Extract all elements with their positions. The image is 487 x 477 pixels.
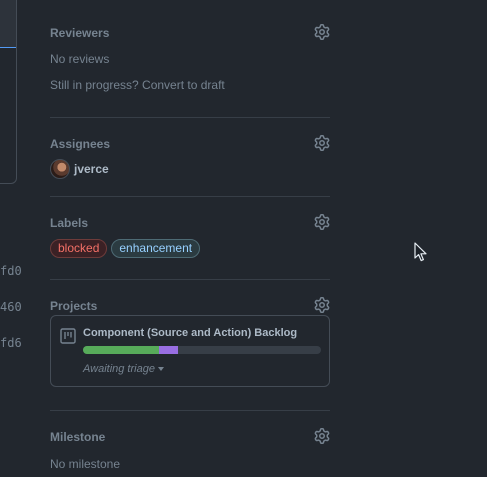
progress-segment <box>159 346 179 354</box>
gear-icon[interactable] <box>314 297 330 313</box>
label-blocked[interactable]: blocked <box>50 239 108 258</box>
milestone-section: Milestone No milestone <box>50 428 330 472</box>
project-name-link[interactable]: Component (Source and Action) Backlog <box>83 327 297 339</box>
label-enhancement[interactable]: enhancement <box>111 239 201 258</box>
section-divider <box>50 279 330 280</box>
projects-section: Projects Component (Source and Action) B… <box>50 297 330 398</box>
avatar <box>50 159 70 179</box>
section-divider <box>50 196 330 197</box>
milestone-status: No milestone <box>50 457 121 471</box>
assignee-item[interactable]: jverce <box>50 159 330 179</box>
progress-segment <box>83 346 160 354</box>
projects-title: Projects <box>50 299 98 313</box>
label-list: blocked enhancement <box>50 239 330 258</box>
assignee-name: jverce <box>74 162 109 176</box>
gear-icon[interactable] <box>314 135 330 151</box>
gear-icon[interactable] <box>314 24 330 40</box>
project-status-label: Awaiting triage <box>83 363 155 375</box>
left-partial-card <box>0 0 17 184</box>
reviewers-section: Reviewers No reviews Still in progress? … <box>50 24 330 93</box>
commit-hash-fragment: fd0 <box>0 264 22 278</box>
project-status-dropdown[interactable]: Awaiting triage <box>83 363 164 375</box>
triangle-down-icon <box>157 367 164 372</box>
labels-section: Labels blocked enhancement <box>50 214 330 258</box>
reviewers-status: No reviews <box>50 52 110 66</box>
gear-icon[interactable] <box>314 428 330 444</box>
commit-hash-fragment: 460 <box>0 300 22 314</box>
project-card: Component (Source and Action) Backlog Aw… <box>50 315 330 387</box>
mouse-pointer-icon <box>414 242 427 262</box>
labels-title: Labels <box>50 216 89 230</box>
left-partial-card-header <box>0 0 16 48</box>
assignees-section: Assignees jverce <box>50 135 330 179</box>
reviewers-title: Reviewers <box>50 26 110 40</box>
section-divider <box>50 410 330 411</box>
project-board-icon <box>60 328 76 344</box>
assignees-title: Assignees <box>50 137 111 151</box>
convert-to-draft-link[interactable]: Still in progress? Convert to draft <box>50 77 330 93</box>
commit-hash-fragment: fd6 <box>0 336 22 350</box>
section-divider <box>50 117 330 118</box>
project-progress-bar <box>83 346 321 354</box>
milestone-title: Milestone <box>50 430 106 444</box>
gear-icon[interactable] <box>314 214 330 230</box>
